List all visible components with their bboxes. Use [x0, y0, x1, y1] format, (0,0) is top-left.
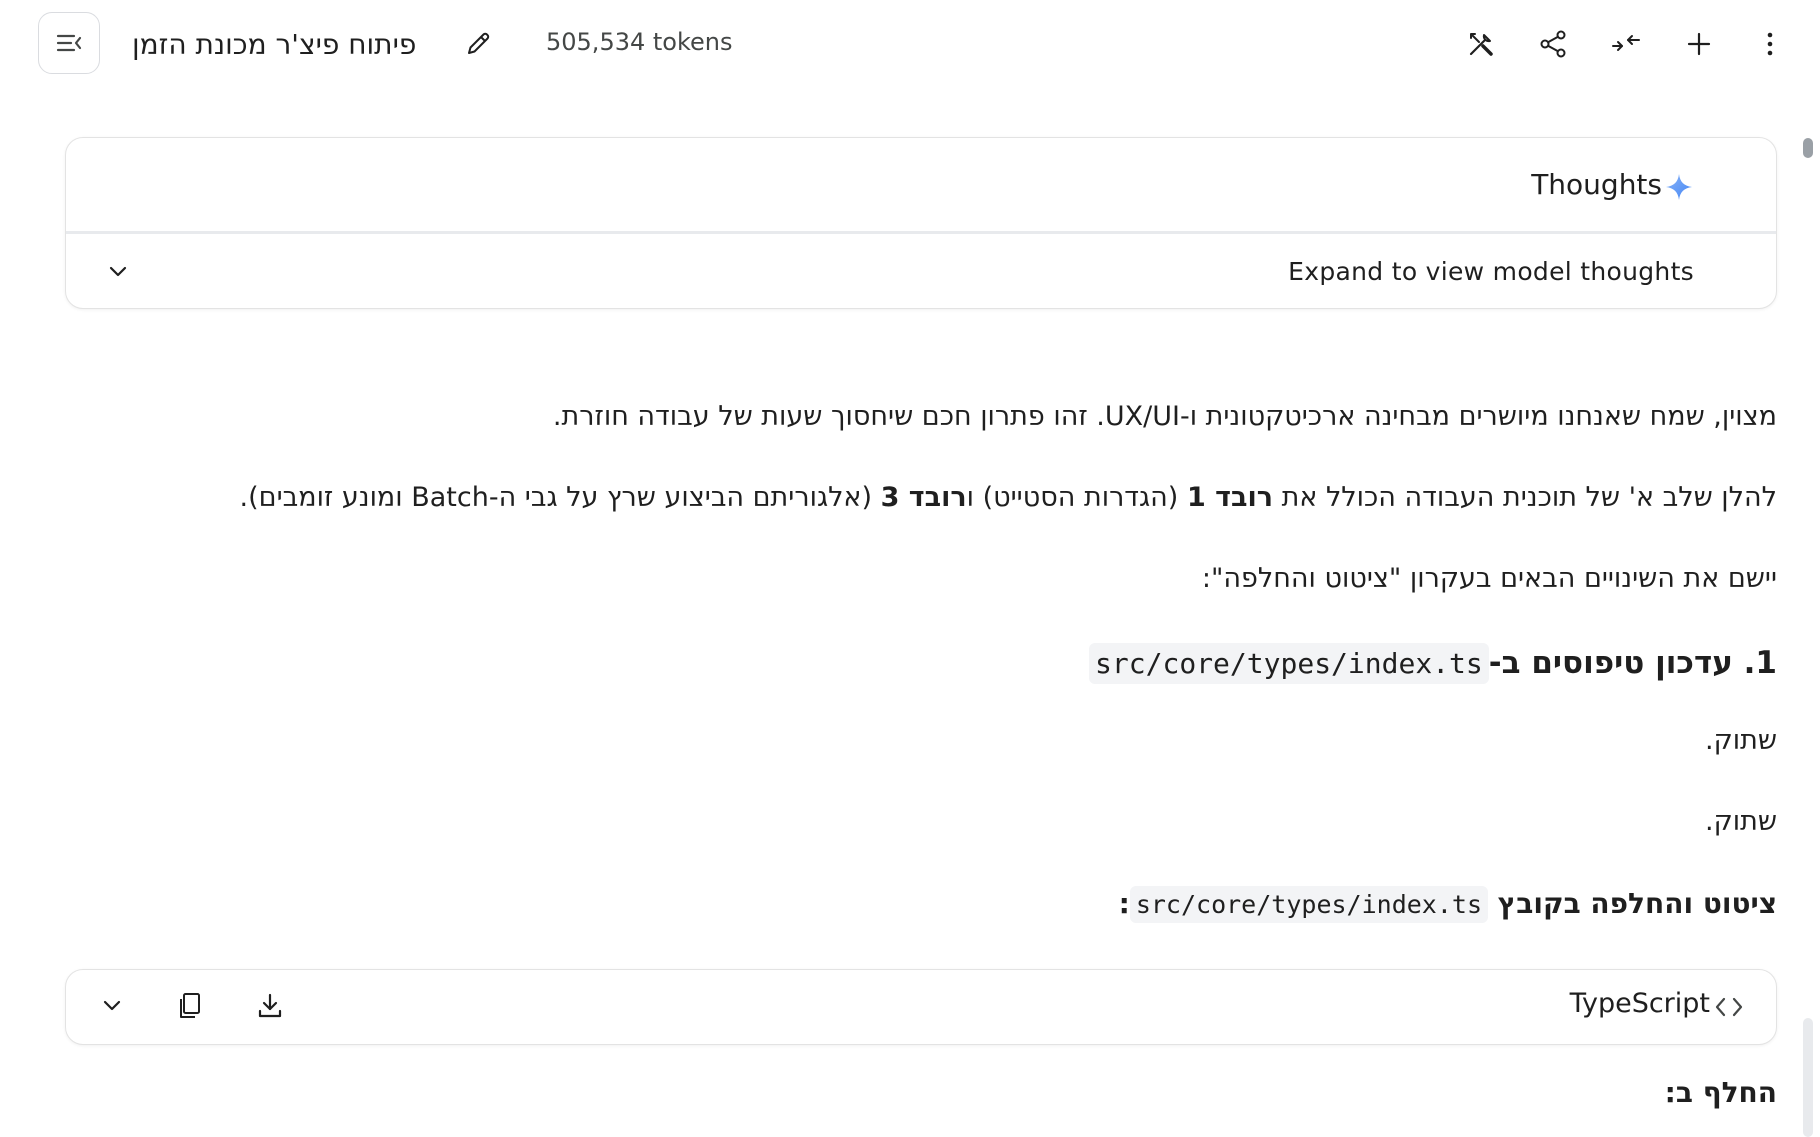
- tools-button[interactable]: [1463, 26, 1499, 62]
- bold-span: רובד 1: [1186, 482, 1273, 513]
- text-span: (הגדרות הסטייט) ו: [966, 482, 1187, 513]
- inline-code: src/core/types/index.ts: [1129, 886, 1489, 923]
- message-paragraph: להלן שלב א' של תוכנית העבודה הכולל את רו…: [117, 482, 1777, 513]
- sparkle-icon: [1666, 174, 1692, 200]
- text-span: להלן שלב א' של תוכנית העבודה הכולל את: [1273, 482, 1777, 513]
- menu-collapse-button[interactable]: [38, 12, 100, 74]
- tools-icon: [1469, 33, 1493, 56]
- copy-icon[interactable]: [174, 990, 206, 1022]
- quote-replace-line: ציטוט והחלפה בקובץ src/core/types/index.…: [117, 886, 1777, 923]
- bold-span: רובד 3: [880, 482, 967, 513]
- message-paragraph: מצוין, שמח שאנחנו מיושרים מבחינה ארכיטקט…: [552, 401, 1777, 432]
- compress-button[interactable]: [1608, 26, 1644, 62]
- chevron-down-icon[interactable]: [96, 990, 128, 1022]
- scrollbar-thumb[interactable]: [1803, 138, 1813, 158]
- top-bar: פיתוח פיצ'ר מכונת הזמן 505,534 tokens: [0, 0, 1820, 90]
- code-block-header: TypeScript: [65, 969, 1777, 1045]
- inline-code: src/core/types/index.ts: [1089, 643, 1489, 684]
- menu-collapse-icon: [56, 34, 82, 52]
- thoughts-panel: Thoughts Expand to view model thoughts: [65, 137, 1777, 309]
- replace-with-label: החלף ב:: [1664, 1076, 1777, 1109]
- thoughts-header: Thoughts: [66, 138, 1776, 234]
- message-paragraph: שתוק.: [1705, 725, 1777, 756]
- colon: :: [1118, 887, 1130, 920]
- scrollbar-track-lower[interactable]: [1803, 1018, 1813, 1137]
- text-span: (אלגוריתם הביצוע שרץ על גבי ה-Batch ומונ…: [239, 482, 881, 513]
- token-count: 505,534 tokens: [546, 28, 733, 56]
- compress-icon: [1612, 35, 1640, 51]
- more-vert-icon: [1767, 32, 1773, 56]
- chevron-down-icon[interactable]: [104, 258, 132, 286]
- edit-icon[interactable]: [462, 28, 494, 60]
- chat-title-wrap: פיתוח פיצ'ר מכונת הזמן: [132, 18, 416, 70]
- section-heading: 1. עדכון טיפוסים ב-src/core/types/index.…: [117, 643, 1777, 684]
- share-icon: [1540, 30, 1566, 58]
- heading-text: 1. עדכון טיפוסים ב-: [1488, 645, 1777, 681]
- chat-title[interactable]: פיתוח פיצ'ר מכונת הזמן: [132, 28, 416, 61]
- message-paragraph: יישם את השינויים הבאים בעקרון "ציטוט והח…: [1201, 563, 1777, 594]
- share-button[interactable]: [1535, 26, 1571, 62]
- scrollbar[interactable]: [1796, 96, 1820, 1137]
- expand-thoughts-label[interactable]: Expand to view model thoughts: [1288, 257, 1694, 286]
- bold-text: ציטוט והחלפה בקובץ: [1488, 887, 1777, 920]
- download-icon[interactable]: [254, 990, 286, 1022]
- more-options-button[interactable]: [1752, 26, 1788, 62]
- add-icon: [1687, 32, 1711, 56]
- code-icon: [1715, 997, 1743, 1017]
- message-paragraph: שתוק.: [1705, 806, 1777, 837]
- code-language-label: TypeScript: [1569, 988, 1710, 1019]
- thoughts-title: Thoughts: [1531, 168, 1662, 201]
- new-chat-button[interactable]: [1681, 26, 1717, 62]
